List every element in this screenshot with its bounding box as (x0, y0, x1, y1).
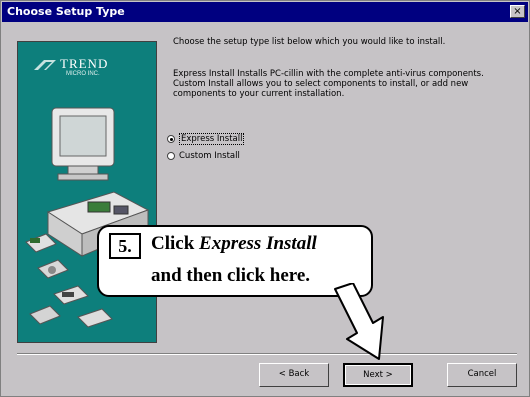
express-install-option[interactable]: Express Install (167, 133, 245, 145)
back-button[interactable]: < Back (259, 363, 329, 387)
computer-illustration (25, 107, 150, 328)
callout-line-1-prefix: Click (151, 233, 200, 254)
pointer-arrow-icon (334, 283, 384, 360)
callout-line-1: Click Express Install (151, 233, 317, 255)
close-button[interactable]: × (510, 5, 525, 18)
callout-line-2: and then click here. (151, 265, 311, 286)
cancel-button[interactable]: Cancel (447, 363, 517, 387)
express-install-label[interactable]: Express Install (179, 133, 245, 145)
next-button[interactable]: Next > (343, 363, 413, 387)
custom-install-label[interactable]: Custom Install (179, 151, 240, 161)
description-text: Express Install Installs PC-cillin with … (173, 69, 484, 99)
custom-install-option[interactable]: Custom Install (167, 151, 240, 161)
separator (17, 353, 517, 355)
intro-text: Choose the setup type list below which y… (173, 37, 446, 47)
illustration-panel: TREND MICRO INC. (17, 41, 157, 343)
callout-emphasis: Express Install (199, 233, 317, 254)
setup-dialog: Choose Setup Type × TREND MICRO INC. Cho… (0, 0, 530, 397)
window-title: Choose Setup Type (7, 5, 125, 18)
step-number: 5. (109, 233, 141, 259)
title-bar: Choose Setup Type × (2, 2, 528, 22)
express-install-radio[interactable] (167, 135, 175, 143)
custom-install-radio[interactable] (167, 152, 175, 160)
monitor-icon (51, 107, 115, 181)
